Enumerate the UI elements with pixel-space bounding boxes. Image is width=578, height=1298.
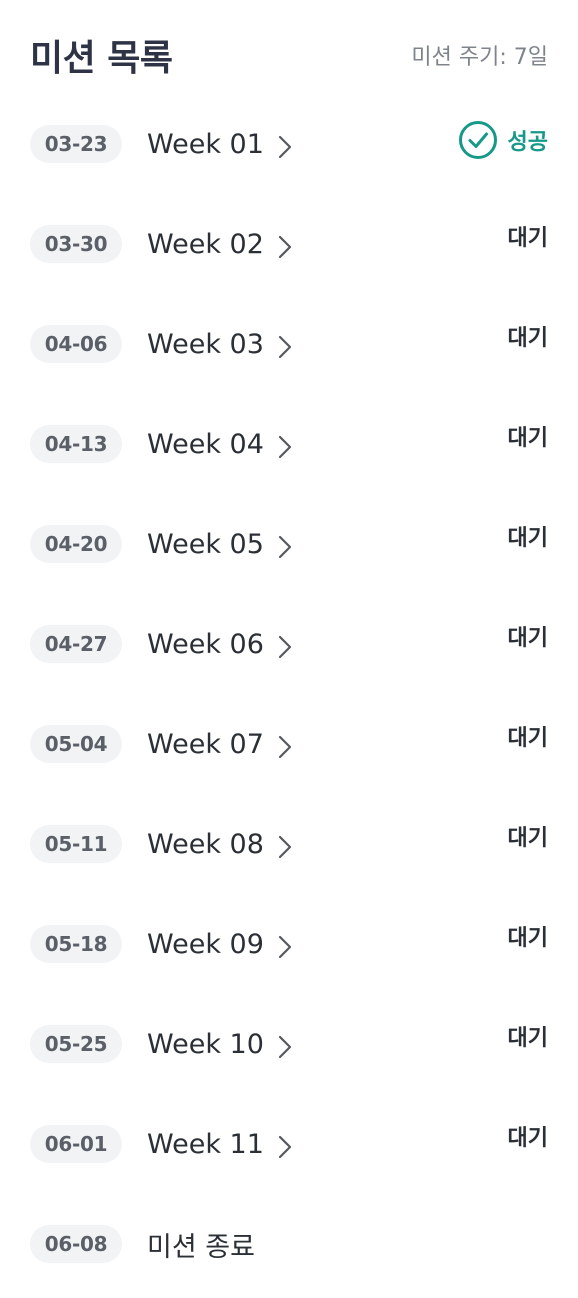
date-pill: 05-11 [30,825,122,863]
week-label: Week 08 [147,828,264,860]
status-badge: 대기 [507,826,548,851]
chevron-right-icon [278,1135,292,1159]
week-link[interactable]: Week 08 [147,829,292,860]
chevron-right-icon [278,835,292,859]
date-pill: 04-20 [30,525,122,563]
mission-row: 04-06 Week 03 대기 [30,294,548,394]
page-title: 미션 목록 [30,38,173,79]
week-link[interactable]: Week 11 [147,1129,292,1160]
chevron-right-icon [278,935,292,959]
mission-row: 04-13 Week 04 대기 [30,394,548,494]
week-link[interactable]: Week 02 [147,229,292,260]
week-link[interactable]: Week 09 [147,929,292,960]
header: 미션 목록 미션 주기: 7일 [30,0,548,100]
mission-list: 03-23 Week 01 성공 03-30 Week 02 대기 04-06 … [30,94,548,1294]
chevron-right-icon [278,535,292,559]
mission-cycle-label: 미션 주기: 7일 [411,45,548,70]
week-label: Week 01 [147,128,264,160]
status-badge: 대기 [507,426,548,451]
chevron-right-icon [278,635,292,659]
date-pill: 05-25 [30,1025,122,1063]
date-pill: 04-27 [30,625,122,663]
status-badge: 대기 [507,526,548,551]
chevron-right-icon [278,735,292,759]
date-pill: 04-06 [30,325,122,363]
chevron-right-icon [278,1035,292,1059]
date-pill: 03-30 [30,225,122,263]
status-badge: 대기 [507,1026,548,1051]
mission-row: 05-11 Week 08 대기 [30,794,548,894]
mission-list-page: 미션 목록 미션 주기: 7일 03-23 Week 01 성공 03-30 W… [0,0,578,1298]
week-link[interactable]: Week 04 [147,429,292,460]
date-pill: 05-18 [30,925,122,963]
check-circle-icon [458,121,497,159]
week-label: Week 05 [147,528,264,560]
status-badge: 대기 [507,226,548,251]
week-label: Week 07 [147,728,264,760]
status-text: 성공 [507,130,548,155]
mission-row: 05-18 Week 09 대기 [30,894,548,994]
week-label: Week 06 [147,628,264,660]
mission-row: 05-25 Week 10 대기 [30,994,548,1094]
mission-row: 04-27 Week 06 대기 [30,594,548,694]
week-link[interactable]: Week 01 [147,129,292,160]
date-pill: 06-01 [30,1125,122,1163]
status-badge: 대기 [507,326,548,351]
status-badge: 대기 [507,626,548,651]
mission-row: 04-20 Week 05 대기 [30,494,548,594]
chevron-right-icon [278,335,292,359]
status-badge: 대기 [507,1126,548,1151]
week-link[interactable]: Week 03 [147,329,292,360]
date-pill: 04-13 [30,425,122,463]
mission-end-label: 미션 종료 [147,1231,255,1263]
week-label: Week 04 [147,428,264,460]
chevron-right-icon [278,235,292,259]
status-badge: 성공 [458,120,548,160]
week-label: Week 10 [147,1028,264,1060]
week-label: Week 02 [147,228,264,260]
mission-row: 05-04 Week 07 대기 [30,694,548,794]
week-link[interactable]: Week 05 [147,529,292,560]
week-link[interactable]: Week 07 [147,729,292,760]
mission-row: 03-23 Week 01 성공 [30,94,548,194]
status-badge: 대기 [507,726,548,751]
date-pill: 05-04 [30,725,122,763]
week-link[interactable]: Week 10 [147,1029,292,1060]
date-pill: 03-23 [30,125,122,163]
week-label: Week 09 [147,928,264,960]
mission-row: 03-30 Week 02 대기 [30,194,548,294]
mission-end-row: 06-08 미션 종료 [30,1194,548,1294]
week-label: Week 03 [147,328,264,360]
status-badge: 대기 [507,926,548,951]
week-link[interactable]: Week 06 [147,629,292,660]
week-label: Week 11 [147,1128,264,1160]
date-pill: 06-08 [30,1225,122,1263]
chevron-right-icon [278,135,292,159]
chevron-right-icon [278,435,292,459]
mission-row: 06-01 Week 11 대기 [30,1094,548,1194]
